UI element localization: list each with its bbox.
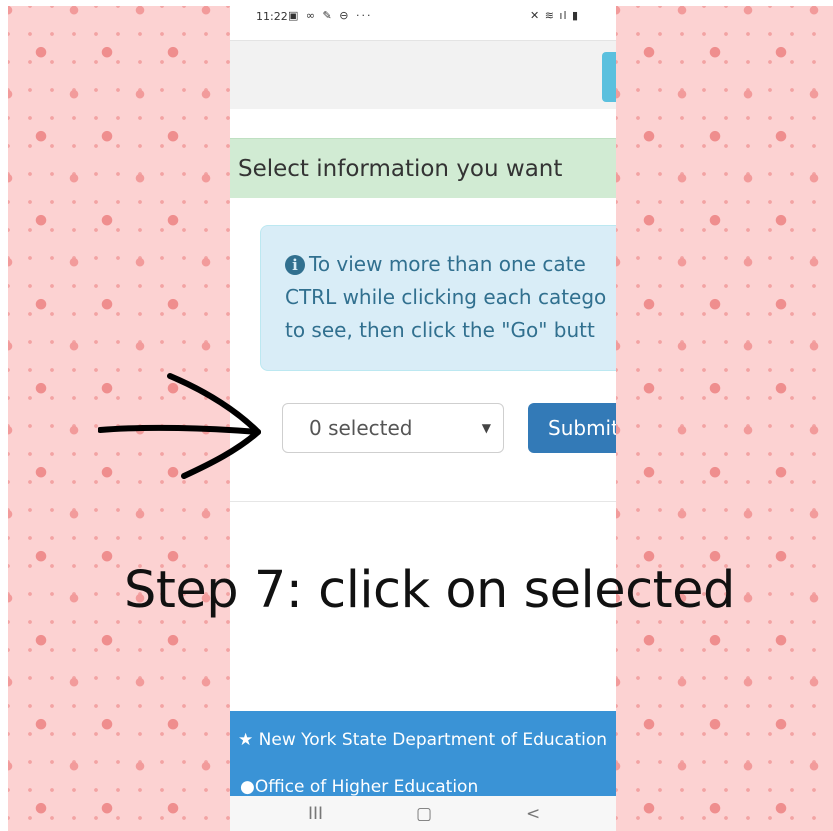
menu-toggle-button[interactable]	[602, 52, 616, 102]
caret-down-icon: ▼	[481, 421, 491, 435]
back-icon[interactable]: <	[526, 804, 540, 824]
site-header	[230, 40, 616, 109]
screenshot-frame: 11:22 ▣ ∞ ✎ ⊖ ··· ✕ ≋ ıl ▮ Select inform…	[8, 6, 833, 831]
info-text-line3: to see, then click the "Go" butt	[285, 318, 595, 342]
system-icons: ✕ ≋ ıl ▮	[530, 9, 580, 22]
info-icon: i	[285, 255, 305, 275]
submit-button[interactable]: Submit	[528, 403, 616, 453]
notification-icons: ▣ ∞ ✎ ⊖ ···	[288, 9, 373, 22]
section-heading: Select information you want	[230, 138, 616, 198]
heart-pattern-right	[616, 6, 833, 831]
footer-link-nysed[interactable]: ★ New York State Department of Education	[238, 730, 607, 750]
info-text-line2: CTRL while clicking each catego	[285, 285, 607, 309]
pointer-arrow-icon	[98, 373, 261, 479]
category-select-value: 0 selected	[309, 416, 413, 440]
footer-link-nysed-label: New York State Department of Education	[258, 730, 608, 750]
star-icon: ★	[238, 730, 254, 750]
android-nav-bar: III ▢ <	[230, 796, 616, 831]
site-footer: ★ New York State Department of Education…	[230, 711, 616, 801]
tutorial-caption: Step 7: click on selected	[124, 561, 735, 620]
recents-icon[interactable]: III	[308, 804, 323, 824]
apple-icon: ●	[240, 777, 255, 797]
info-alert: i To view more than one cate CTRL while c…	[260, 225, 616, 371]
divider	[230, 501, 616, 502]
phone-screen: 11:22 ▣ ∞ ✎ ⊖ ··· ✕ ≋ ıl ▮ Select inform…	[230, 6, 616, 831]
home-icon[interactable]: ▢	[416, 804, 432, 824]
info-text-line1: To view more than one cate	[309, 252, 586, 276]
footer-link-higher-ed-label: Office of Higher Education	[254, 777, 479, 797]
category-select[interactable]: 0 selected ▼	[282, 403, 504, 453]
status-time: 11:22	[256, 10, 288, 23]
status-bar: 11:22 ▣ ∞ ✎ ⊖ ··· ✕ ≋ ıl ▮	[230, 6, 616, 28]
footer-link-higher-ed[interactable]: ●Office of Higher Education	[240, 777, 478, 797]
